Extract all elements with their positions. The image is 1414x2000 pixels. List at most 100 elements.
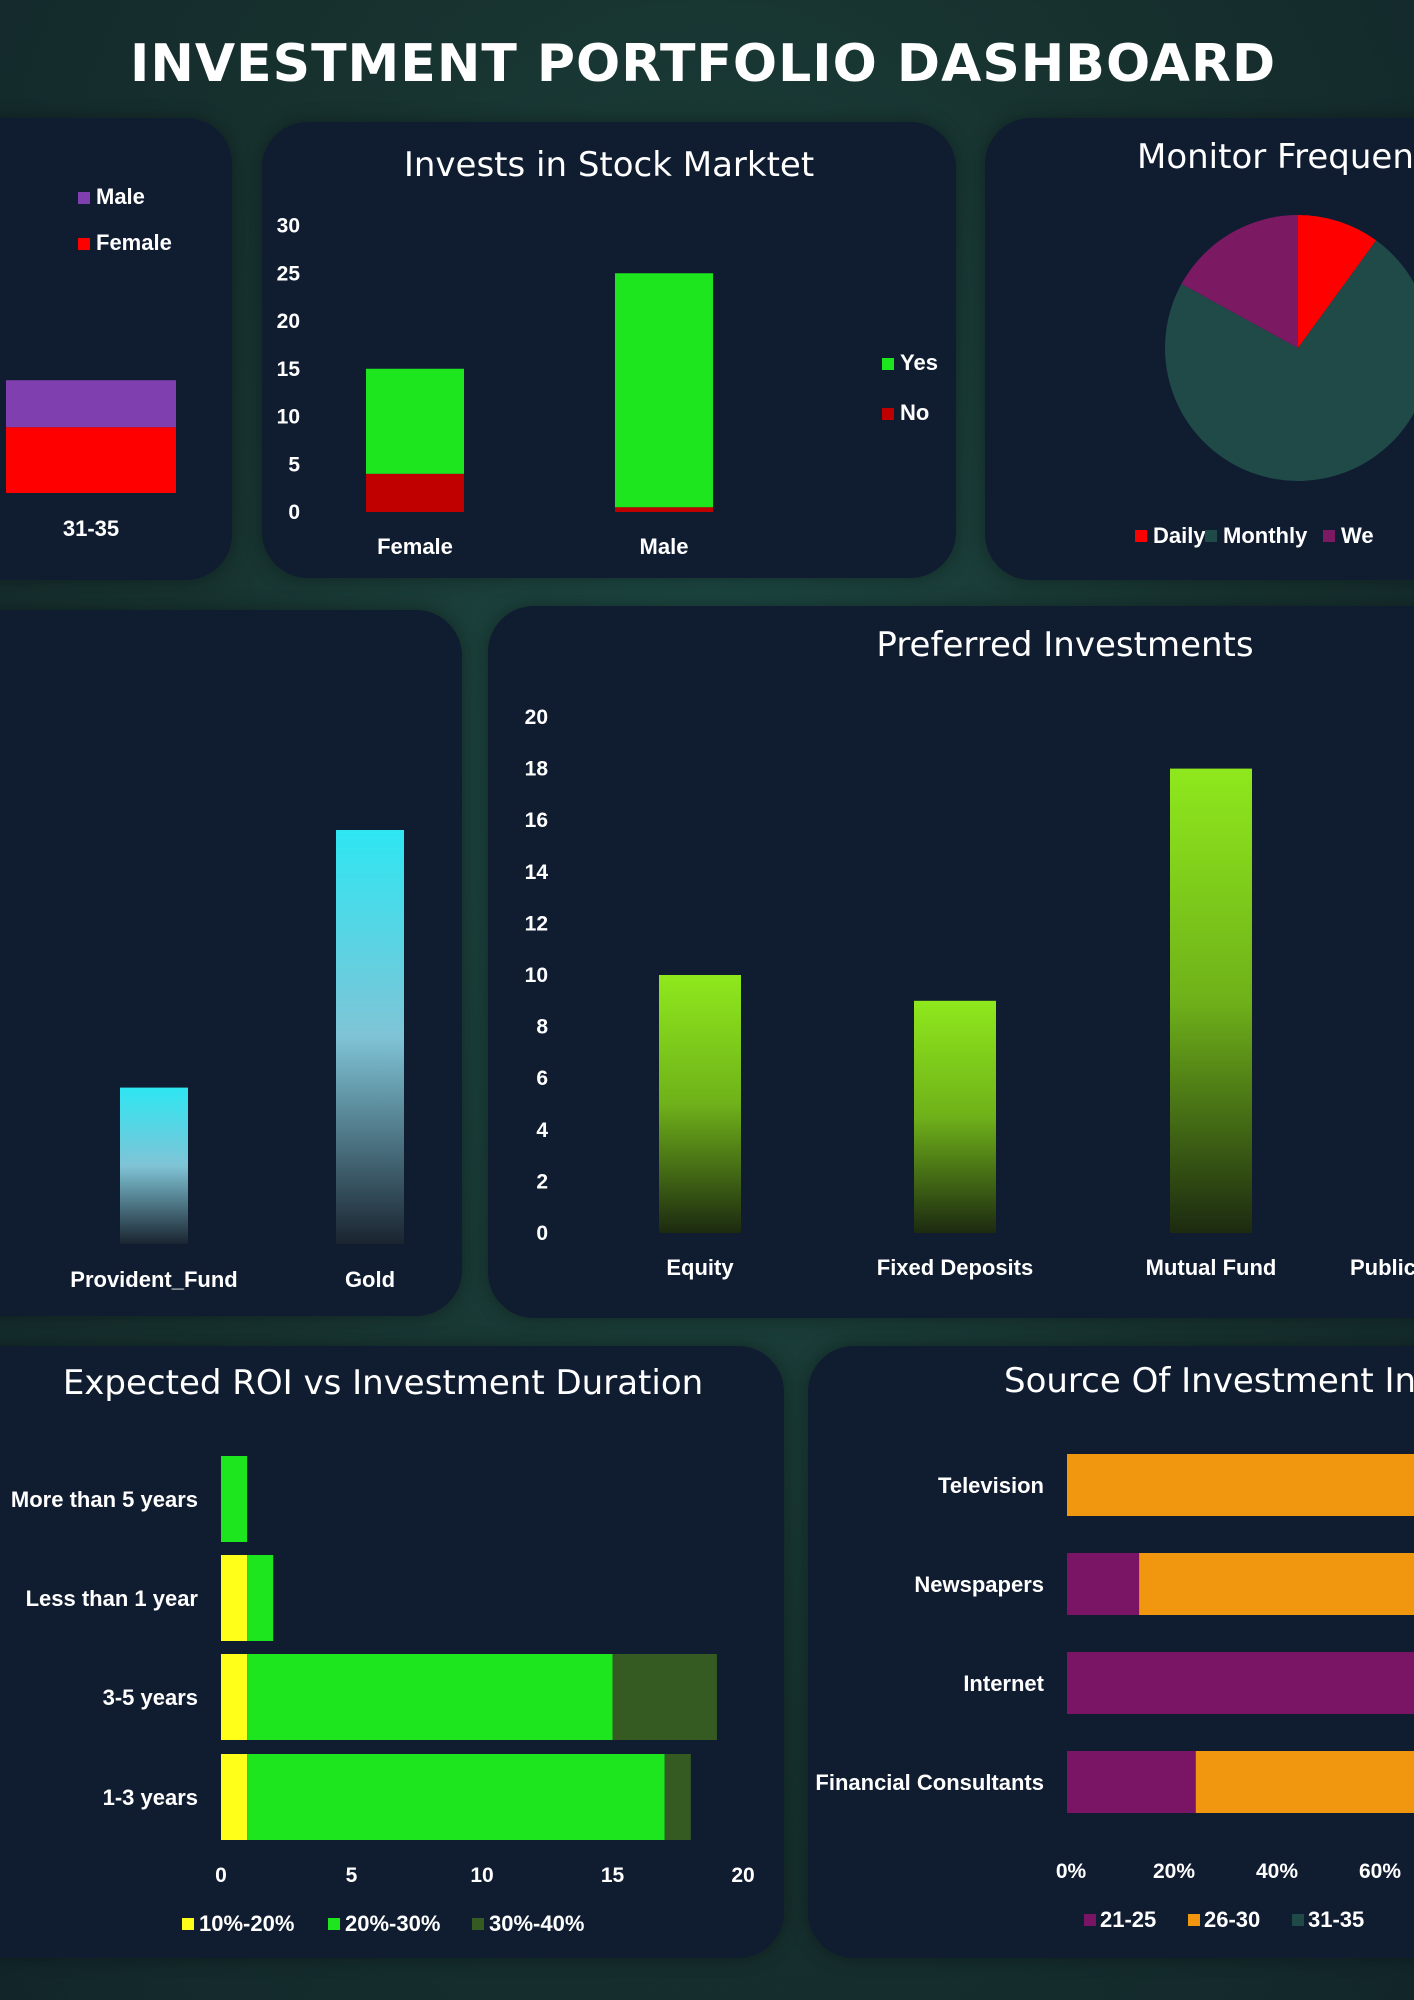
- legend-label-2: 30%-40%: [489, 1911, 584, 1936]
- legend-swatch-1: [328, 1918, 340, 1930]
- x-tick-label: 20%: [1153, 1860, 1195, 1883]
- bar-television-1: [1067, 1454, 1414, 1516]
- y-tick-label: Internet: [963, 1671, 1044, 1696]
- bar-internet-0: [1067, 1652, 1414, 1714]
- bar-mutual-fund: [1170, 768, 1252, 1233]
- y-tick-label: 0: [536, 1222, 548, 1245]
- bar-3-5-years-2: [612, 1654, 717, 1740]
- legend-swatch-yes: [882, 358, 894, 370]
- y-tick-label: 20: [277, 310, 300, 333]
- legend-swatch-2: [1292, 1914, 1304, 1926]
- monitor-frequency-panel: Monitor Frequen Daily Monthly We: [985, 118, 1414, 580]
- y-tick-label: Less than 1 year: [26, 1586, 199, 1611]
- info-source-panel: Source Of Investment Inf Television Newspa…: [808, 1346, 1414, 1958]
- legend-swatch-1: [1188, 1914, 1200, 1926]
- y-tick-label: More than 5 years: [11, 1487, 198, 1512]
- legend-label-monthly: Monthly: [1223, 523, 1308, 548]
- bar-male-no: [615, 507, 713, 512]
- roi-duration-panel: Expected ROI vs Investment Duration More …: [0, 1346, 784, 1958]
- x-tick-label: Male: [640, 534, 689, 559]
- chart-title: Preferred Investments: [876, 625, 1253, 665]
- bar-provident_fund: [120, 1087, 188, 1244]
- y-tick-label: 10: [277, 406, 300, 429]
- x-tick-label: Provident_Fund: [70, 1267, 237, 1292]
- bar-less-than-1-year-1: [247, 1555, 274, 1641]
- y-tick-label: Newspapers: [914, 1572, 1044, 1597]
- bar-financial-consultants-1: [1195, 1751, 1414, 1813]
- chart-title: Invests in Stock Marktet: [404, 145, 814, 185]
- y-tick-label: Financial Consultants: [815, 1770, 1044, 1795]
- bar-1-3-years-2: [664, 1754, 691, 1840]
- y-tick-label: 15: [277, 358, 301, 381]
- bar-3-5-years-1: [247, 1654, 613, 1740]
- x-tick-label: 40%: [1256, 1860, 1298, 1883]
- y-tick-label: 3-5 years: [103, 1685, 198, 1710]
- legend-label-1: 20%-30%: [345, 1911, 440, 1936]
- stock-market-panel: Invests in Stock Marktet 0 5 10 15 20 25 30 Fema…: [262, 122, 956, 578]
- legend-label-female: Female: [96, 230, 172, 255]
- avenue-chart: itsProvident_FundGold: [70, 830, 404, 1292]
- y-tick-label: 30: [277, 215, 300, 238]
- legend-label-yes: Yes: [900, 350, 938, 375]
- legend-swatch-we: [1323, 530, 1335, 542]
- x-tick-label: 31-35: [63, 516, 119, 541]
- x-tick-label: 15: [601, 1864, 625, 1887]
- y-tick-label: Television: [938, 1473, 1044, 1498]
- stock-market-chart: Invests in Stock Marktet 0 5 10 15 20 25 30 Fema…: [277, 145, 938, 559]
- bar-male-yes: [615, 273, 713, 508]
- bar-male: [6, 380, 176, 428]
- y-tick-label: 1-3 years: [103, 1785, 198, 1810]
- bar-female-yes: [366, 368, 464, 474]
- gender-age-panel: Male Female 31-35: [0, 118, 232, 580]
- legend-label-no: No: [900, 400, 929, 425]
- y-tick-label: 16: [525, 809, 548, 832]
- legend-label-male: Male: [96, 184, 145, 209]
- legend-label-we: We: [1341, 523, 1374, 548]
- bar-fixed-deposits: [914, 1000, 996, 1233]
- y-tick-label: 14: [525, 861, 549, 884]
- legend-label-daily: Daily: [1153, 523, 1206, 548]
- legend-swatch-0: [182, 1918, 194, 1930]
- roi-duration-chart: Expected ROI vs Investment Duration More …: [11, 1363, 755, 1936]
- x-tick-label: Fixed Deposits: [877, 1255, 1033, 1280]
- bar-less-than-1-year-0: [221, 1555, 248, 1641]
- bar-more-than-5-years-1: [221, 1456, 248, 1542]
- y-tick-label: 20: [525, 706, 548, 729]
- x-tick-label: Equity: [666, 1255, 734, 1280]
- y-tick-label: 5: [288, 453, 300, 476]
- y-tick-label: 12: [525, 912, 548, 935]
- y-tick-label: 18: [525, 758, 549, 781]
- chart-title: Source Of Investment Inf: [1004, 1361, 1414, 1401]
- legend-swatch-0: [1084, 1914, 1096, 1926]
- x-tick-label: Gold: [345, 1267, 395, 1292]
- legend-label-0: 10%-20%: [199, 1911, 294, 1936]
- legend-swatch-monthly: [1205, 530, 1217, 542]
- chart-title: Expected ROI vs Investment Duration: [63, 1363, 703, 1403]
- legend-swatch-female: [78, 238, 90, 250]
- avenue-panel: itsProvident_FundGold: [0, 610, 462, 1316]
- x-tick-label: 20: [731, 1864, 754, 1887]
- x-tick-label: 10: [470, 1864, 493, 1887]
- legend-swatch-no: [882, 408, 894, 420]
- bar-financial-consultants-0: [1067, 1751, 1196, 1813]
- y-tick-label: 2: [536, 1170, 548, 1193]
- y-tick-label: 0: [288, 501, 300, 524]
- chart-title: Monitor Frequen: [1137, 137, 1414, 177]
- bar-newspapers-1: [1139, 1553, 1414, 1615]
- bar-female: [6, 427, 176, 493]
- y-tick-label: 25: [277, 262, 301, 285]
- monitor-frequency-chart: Monitor Frequen Daily Monthly We: [1135, 137, 1414, 548]
- legend-label-2: 31-35: [1308, 1907, 1364, 1932]
- bar-1-3-years-0: [221, 1754, 248, 1840]
- bar-female-no: [366, 473, 464, 512]
- y-tick-label: 4: [536, 1119, 548, 1142]
- y-tick-label: 10: [525, 964, 548, 987]
- x-tick-label: 0: [215, 1864, 227, 1887]
- bar-3-5-years-0: [221, 1654, 248, 1740]
- bar-gold: [336, 830, 404, 1244]
- y-tick-label: 8: [536, 1016, 548, 1039]
- x-tick-label: 5: [346, 1864, 358, 1887]
- bar-equity: [659, 975, 741, 1233]
- legend-label-0: 21-25: [1100, 1907, 1156, 1932]
- legend-swatch-male: [78, 192, 90, 204]
